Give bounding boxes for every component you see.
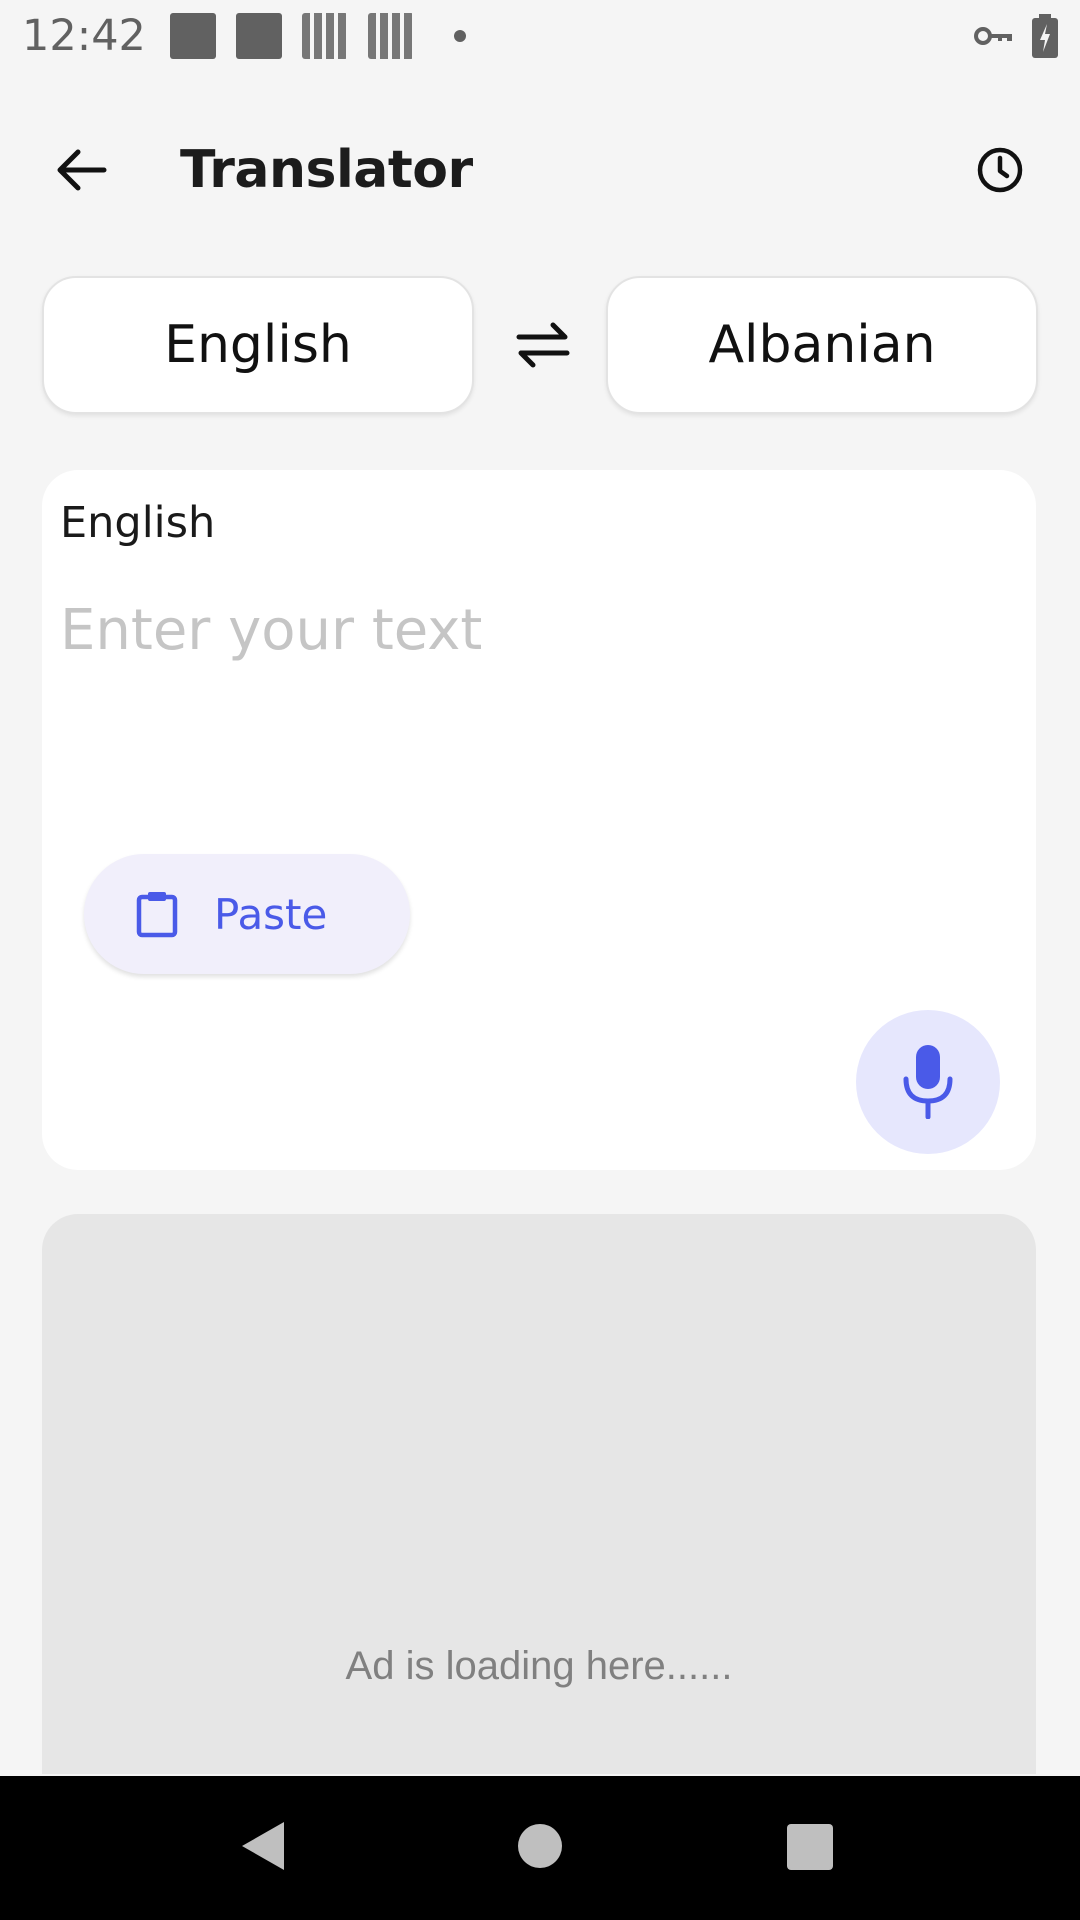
paste-button[interactable]: Paste xyxy=(84,854,410,974)
notification-icon xyxy=(169,13,216,59)
battery-charging-icon xyxy=(1032,14,1058,58)
source-language-button[interactable]: English xyxy=(42,276,474,414)
nav-back-icon[interactable] xyxy=(240,1820,286,1872)
swap-languages-button[interactable] xyxy=(508,310,578,380)
microphone-button[interactable] xyxy=(856,1010,1000,1154)
history-button[interactable] xyxy=(960,130,1040,210)
system-nav-bar xyxy=(0,1776,1080,1920)
input-card: English Paste xyxy=(42,470,1036,1170)
page-title: Translator xyxy=(180,140,473,200)
nav-recents-icon[interactable] xyxy=(787,1824,833,1870)
target-language-button[interactable]: Albanian xyxy=(606,276,1038,414)
vpn-key-icon xyxy=(974,27,1012,45)
ad-loading-text: Ad is loading here...... xyxy=(345,1644,733,1688)
paste-label: Paste xyxy=(214,889,328,939)
clock-icon xyxy=(977,147,1023,193)
nav-home-icon[interactable] xyxy=(518,1824,562,1868)
notification-icon xyxy=(367,13,414,59)
language-selector: English Albanian xyxy=(42,276,1038,414)
ad-container: Ad is loading here...... xyxy=(42,1214,1036,1774)
notification-icon xyxy=(235,13,282,59)
notification-icon xyxy=(301,13,348,59)
status-time: 12:42 xyxy=(22,11,146,61)
arrow-left-icon xyxy=(57,149,107,191)
app-bar: Translator xyxy=(0,110,1080,230)
status-icons xyxy=(974,14,1058,58)
text-input[interactable] xyxy=(60,570,1000,690)
swap-arrows-icon xyxy=(516,322,570,368)
back-button[interactable] xyxy=(40,130,120,210)
microphone-icon xyxy=(903,1045,953,1119)
more-notifications-dot-icon xyxy=(453,30,466,42)
clipboard-icon xyxy=(136,892,178,938)
input-language-label: English xyxy=(60,498,216,548)
translator-screen: 12:42 Translator English Albanian Englis… xyxy=(0,0,1080,1920)
status-bar: 12:42 xyxy=(0,0,1080,72)
